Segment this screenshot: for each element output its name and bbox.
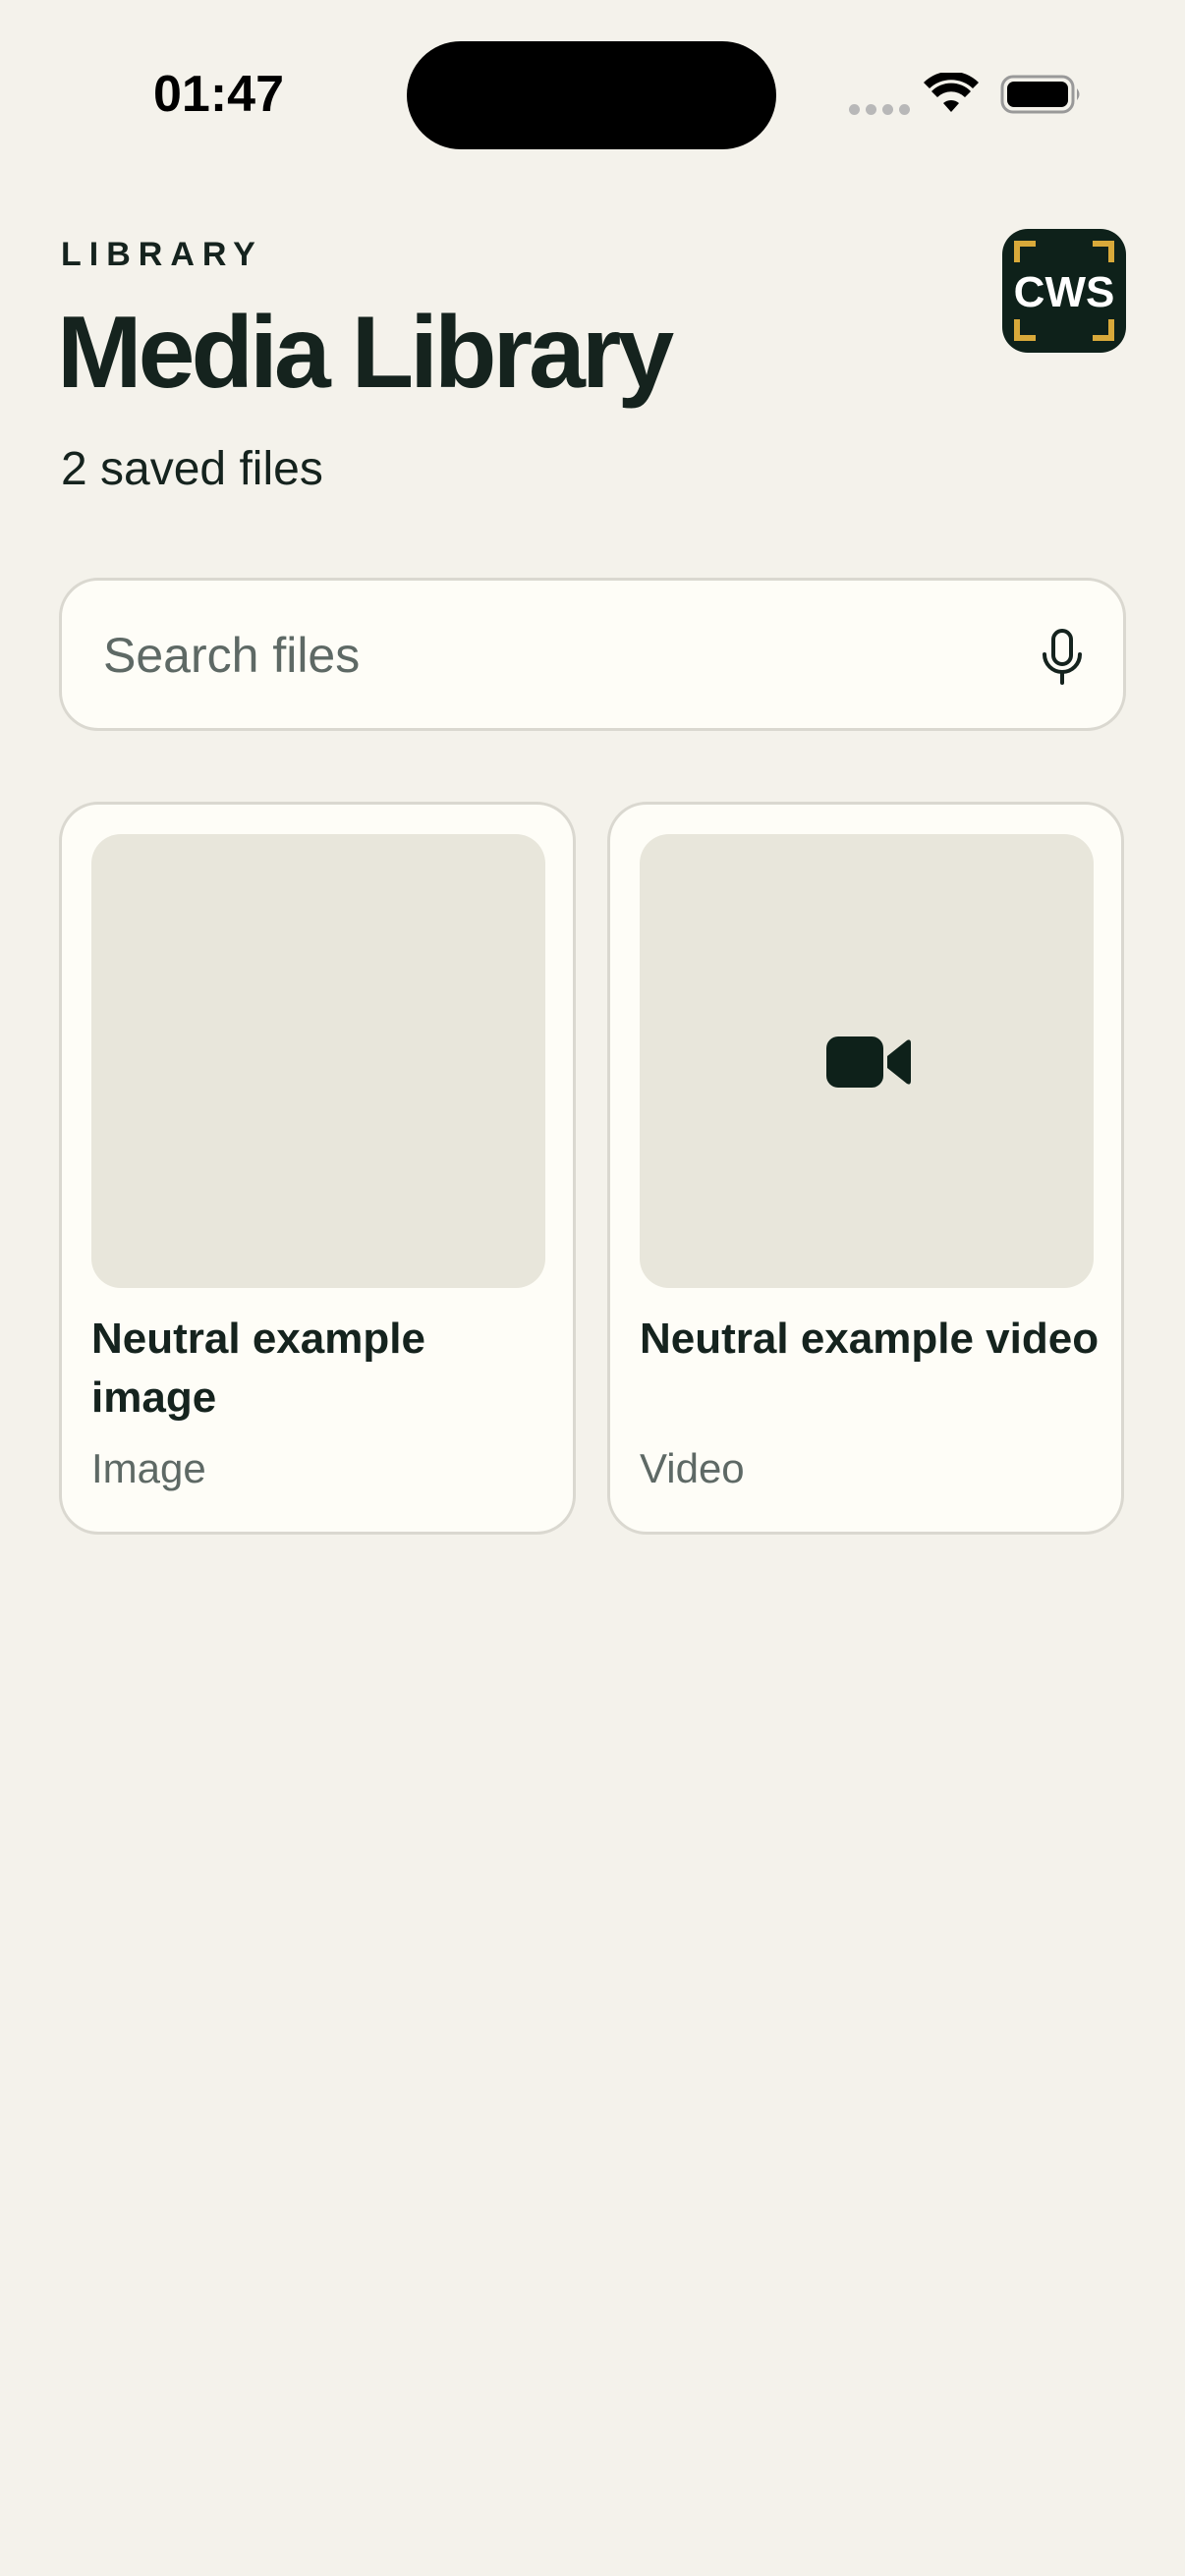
mic-icon[interactable] (1035, 628, 1090, 687)
video-camera-icon (826, 1036, 911, 1088)
file-card[interactable]: Neutral example video Video (607, 802, 1124, 1535)
file-type: Video (640, 1445, 745, 1491)
file-card[interactable]: Neutral example image Image (59, 802, 576, 1535)
file-thumbnail (91, 834, 545, 1288)
wifi-icon (924, 73, 979, 112)
dynamic-island (407, 41, 776, 149)
logo-corner-mark (1093, 319, 1114, 341)
media-library-screen: 01:47 LIBRARY Media Library 2 saved file… (0, 0, 1185, 2576)
logo-corner-mark (1014, 241, 1036, 262)
file-count: 2 saved files (61, 443, 323, 495)
file-thumbnail (640, 834, 1094, 1288)
search-input[interactable] (103, 624, 988, 687)
section-eyebrow: LIBRARY (61, 236, 263, 273)
search-bar[interactable] (59, 578, 1126, 731)
file-type: Image (91, 1445, 206, 1491)
logo-corner-mark (1014, 319, 1036, 341)
logo-text: CWS (1013, 268, 1115, 316)
logo-corner-mark (1093, 241, 1114, 262)
cellular-signal-icon (849, 104, 910, 115)
battery-icon (1000, 75, 1080, 114)
page-title: Media Library (57, 296, 674, 410)
file-title: Neutral example image (91, 1315, 425, 1422)
file-title: Neutral example video (640, 1315, 1100, 1363)
app-logo-button[interactable]: CWS (1002, 229, 1126, 353)
status-time: 01:47 (153, 66, 284, 123)
